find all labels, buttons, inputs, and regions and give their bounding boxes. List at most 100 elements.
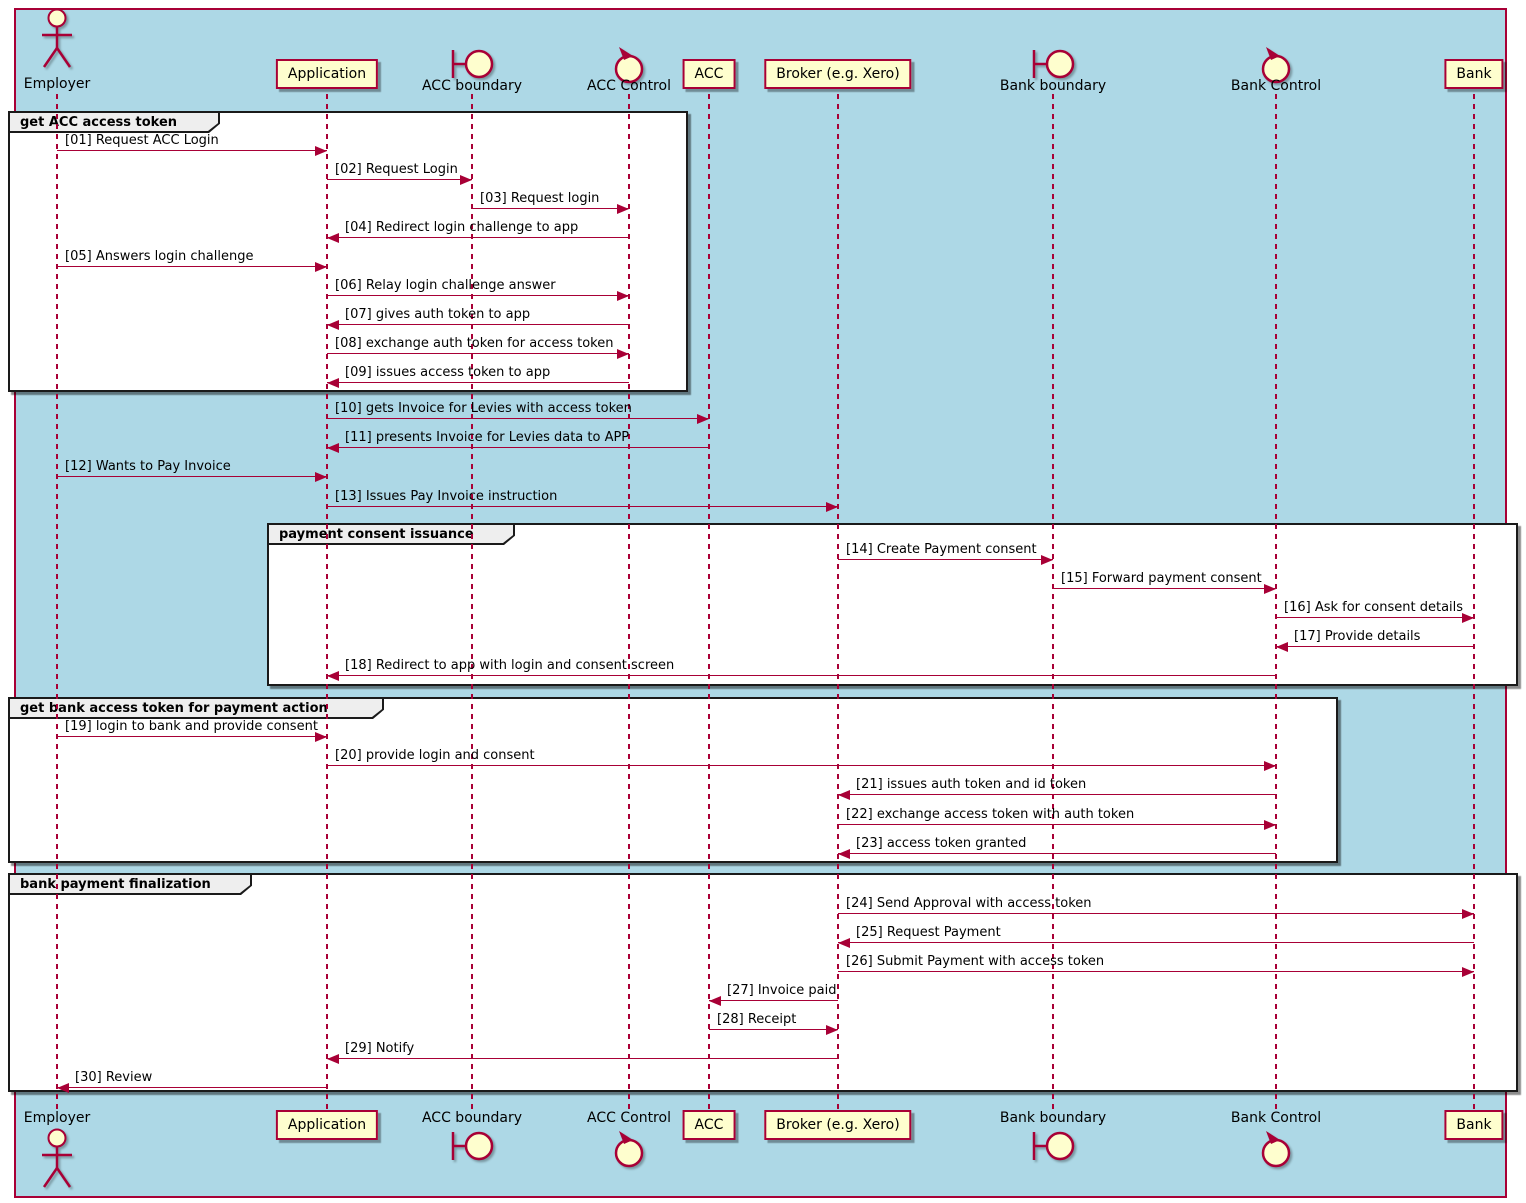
message-14-line <box>838 559 1053 560</box>
message-25-label: [25] Request Payment <box>856 925 1001 940</box>
message-11-label: [11] presents Invoice for Levies data to… <box>345 430 629 445</box>
participant-bank: Bank <box>1444 59 1503 89</box>
message-18-label: [18] Redirect to app with login and cons… <box>345 658 674 673</box>
message-20-label: [20] provide login and consent <box>335 748 535 763</box>
message-09-line <box>327 382 629 383</box>
lifeline-acc-control <box>628 94 630 1110</box>
lifeline-broker <box>837 94 839 1110</box>
message-11-arrowhead-icon <box>327 443 339 453</box>
message-24-arrowhead-icon <box>1462 909 1474 919</box>
actor-icon <box>39 1128 75 1190</box>
participant-label-employer-footer: Employer <box>24 1110 90 1126</box>
lifeline-employer <box>56 94 58 1110</box>
message-07-line <box>327 324 629 325</box>
participant-label-bank-boundary-footer: Bank boundary <box>1000 1110 1106 1126</box>
message-03-arrowhead-icon <box>617 204 629 214</box>
message-04-arrowhead-icon <box>327 233 339 243</box>
participant-application-footer: Application <box>276 1110 378 1140</box>
message-22-label: [22] exchange access token with auth tok… <box>846 807 1134 822</box>
message-21-label: [21] issues auth token and id token <box>856 777 1086 792</box>
lifeline-acc <box>708 94 710 1110</box>
participant-label-acc-boundary-footer: ACC boundary <box>422 1110 522 1126</box>
lifeline-application <box>326 94 328 1110</box>
message-05-arrowhead-icon <box>315 262 327 272</box>
participant-bank-footer: Bank <box>1444 1110 1503 1140</box>
boundary-icon <box>448 46 496 82</box>
message-10-arrowhead-icon <box>697 414 709 424</box>
frame-title: bank payment finalization <box>20 877 229 892</box>
message-01-line <box>57 150 327 151</box>
control-icon <box>1258 1128 1294 1168</box>
message-21-arrowhead-icon <box>838 790 850 800</box>
message-04-label: [04] Redirect login challenge to app <box>345 220 578 235</box>
message-09-arrowhead-icon <box>327 378 339 388</box>
participant-label-acc-control: ACC Control <box>587 78 671 94</box>
message-25-arrowhead-icon <box>838 938 850 948</box>
message-10-label: [10] gets Invoice for Levies with access… <box>335 401 632 416</box>
message-26-label: [26] Submit Payment with access token <box>846 954 1104 969</box>
participant-broker: Broker (e.g. Xero) <box>764 59 911 89</box>
message-28-label: [28] Receipt <box>717 1012 796 1027</box>
message-25-line <box>838 942 1474 943</box>
message-07-label: [07] gives auth token to app <box>345 307 530 322</box>
message-22-line <box>838 824 1276 825</box>
message-19-line <box>57 736 327 737</box>
message-28-line <box>709 1029 838 1030</box>
message-14-label: [14] Create Payment consent <box>846 542 1037 557</box>
message-06-label: [06] Relay login challenge answer <box>335 278 556 293</box>
message-02-label: [02] Request Login <box>335 162 458 177</box>
participant-label-acc-control-footer: ACC Control <box>587 1110 671 1126</box>
message-20-line <box>327 765 1276 766</box>
participant-label-bank-boundary: Bank boundary <box>1000 78 1106 94</box>
message-10-line <box>327 418 709 419</box>
message-02-arrowhead-icon <box>460 175 472 185</box>
message-12-label: [12] Wants to Pay Invoice <box>65 459 231 474</box>
sequence-diagram: get ACC access token payment consent iss… <box>0 0 1526 1203</box>
message-20-arrowhead-icon <box>1264 761 1276 771</box>
message-14-arrowhead-icon <box>1041 555 1053 565</box>
actor-icon <box>39 8 75 70</box>
message-08-label: [08] exchange auth token for access toke… <box>335 336 613 351</box>
message-12-line <box>57 476 327 477</box>
message-05-line <box>57 266 327 267</box>
lifeline-bank <box>1473 94 1475 1110</box>
message-29-line <box>327 1058 838 1059</box>
message-29-label: [29] Notify <box>345 1041 414 1056</box>
boundary-icon <box>1029 46 1077 82</box>
message-04-line <box>327 237 629 238</box>
message-30-arrowhead-icon <box>57 1083 69 1093</box>
message-19-label: [19] login to bank and provide consent <box>65 719 318 734</box>
message-01-arrowhead-icon <box>315 146 327 156</box>
message-13-label: [13] Issues Pay Invoice instruction <box>335 489 557 504</box>
frame-tab: payment consent issuance <box>267 523 515 545</box>
message-18-arrowhead-icon <box>327 671 339 681</box>
participant-acc: ACC <box>683 59 736 89</box>
message-27-arrowhead-icon <box>709 996 721 1006</box>
lifeline-bank-control <box>1275 94 1277 1110</box>
message-28-arrowhead-icon <box>826 1025 838 1035</box>
message-13-arrowhead-icon <box>826 502 838 512</box>
message-16-label: [16] Ask for consent details <box>1284 600 1463 615</box>
message-27-label: [27] Invoice paid <box>727 983 837 998</box>
message-16-arrowhead-icon <box>1462 613 1474 623</box>
message-30-line <box>57 1087 327 1088</box>
message-03-label: [03] Request login <box>480 191 599 206</box>
boundary-icon <box>448 1128 496 1164</box>
message-17-line <box>1276 646 1474 647</box>
participant-label-employer: Employer <box>24 76 90 92</box>
message-09-label: [09] issues access token to app <box>345 365 550 380</box>
message-08-arrowhead-icon <box>617 349 629 359</box>
message-01-label: [01] Request ACC Login <box>65 133 219 148</box>
message-23-line <box>838 853 1276 854</box>
boundary-icon <box>1029 1128 1077 1164</box>
message-15-arrowhead-icon <box>1264 584 1276 594</box>
control-icon <box>611 1128 647 1168</box>
message-30-label: [30] Review <box>75 1070 152 1085</box>
message-07-arrowhead-icon <box>327 320 339 330</box>
frame-title: payment consent issuance <box>279 527 492 542</box>
participant-label-acc-boundary: ACC boundary <box>422 78 522 94</box>
participant-label-bank-control: Bank Control <box>1231 78 1321 94</box>
participant-broker-footer: Broker (e.g. Xero) <box>764 1110 911 1140</box>
message-26-arrowhead-icon <box>1462 967 1474 977</box>
message-23-arrowhead-icon <box>838 849 850 859</box>
